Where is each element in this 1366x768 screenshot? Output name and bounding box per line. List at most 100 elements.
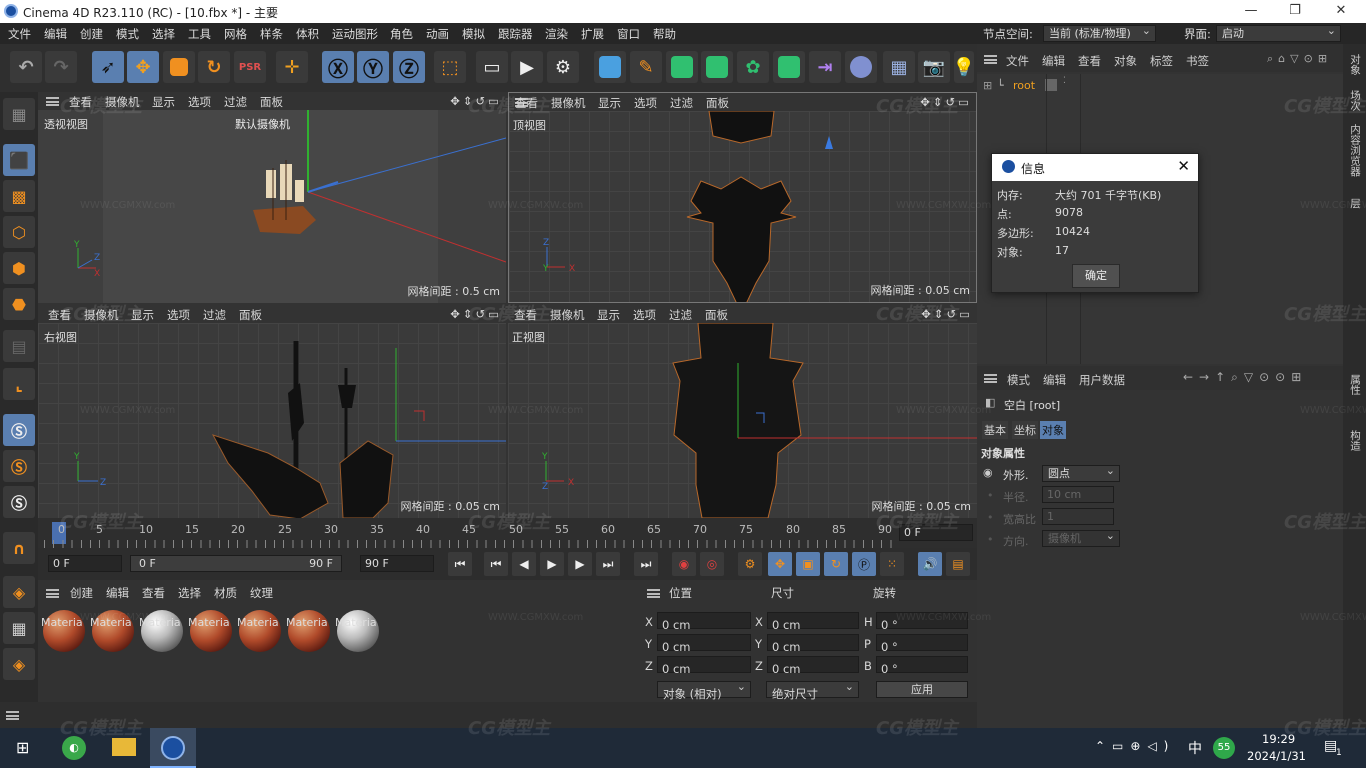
vp-menu-panel[interactable]: 面板 xyxy=(260,94,283,110)
polygons-mode-icon[interactable]: ⬣ xyxy=(3,288,35,320)
clock-time[interactable]: 19:29 xyxy=(1262,732,1295,746)
frame-range-slider[interactable]: 0 F 90 F xyxy=(130,555,342,572)
floor-icon[interactable]: ▦ xyxy=(883,51,915,83)
axis-mode-icon[interactable]: ⌞ xyxy=(3,368,35,400)
viewport-front[interactable]: 查看 摄像机 显示 选项 过滤 面板 ✥⇕↺▭ 正视图 Y X Z 网格间距 : 0… xyxy=(508,305,977,518)
redo-icon[interactable]: ↷ xyxy=(45,51,77,83)
prev-frame-icon[interactable]: ◀ xyxy=(512,552,536,576)
key-position-icon[interactable]: ✥ xyxy=(768,552,792,576)
vp-menu-panel[interactable]: 面板 xyxy=(705,307,728,323)
side-tab-objects[interactable]: 对象 xyxy=(1348,54,1363,75)
play-icon[interactable]: ▶ xyxy=(540,552,564,576)
render-view-icon[interactable]: ▭ xyxy=(476,51,508,83)
model-mode-icon[interactable]: ⬛ xyxy=(3,144,35,176)
attribute-nav-icons[interactable]: ←→↑⌕▽⊙⊙⊞ xyxy=(1183,370,1307,385)
solo-icon[interactable]: Ⓢ xyxy=(3,486,35,518)
coord-menu-icon[interactable] xyxy=(647,589,660,598)
rotation-p-field[interactable]: 0 ° xyxy=(876,634,968,654)
deformer-icon[interactable]: ⇥ xyxy=(809,51,841,83)
size-x-field[interactable]: 0 cm xyxy=(767,612,859,632)
security-badge[interactable]: 55 xyxy=(1213,737,1235,759)
mat-menu-material[interactable]: 材质 xyxy=(214,585,237,601)
viewport-right[interactable]: 查看 摄像机 显示 选项 过滤 面板 ✥⇕↺▭ 右视图 YZ 网格间距 : 0.… xyxy=(38,305,506,518)
menu-tracker[interactable]: 跟踪器 xyxy=(498,26,533,42)
menu-edit[interactable]: 编辑 xyxy=(44,26,67,42)
material-item[interactable]: Materia xyxy=(90,608,136,668)
vp-menu-panel[interactable]: 面板 xyxy=(239,307,262,323)
vp-menu-display[interactable]: 显示 xyxy=(597,307,620,323)
menu-spline[interactable]: 样条 xyxy=(260,26,283,42)
vp-menu-panel[interactable]: 面板 xyxy=(706,95,729,111)
vp-menu-display[interactable]: 显示 xyxy=(598,95,621,111)
prop-radius-field[interactable]: 10 cm xyxy=(1042,486,1114,503)
menu-file[interactable]: 文件 xyxy=(8,26,31,42)
vp-menu-filter[interactable]: 过滤 xyxy=(669,307,692,323)
prev-key-icon[interactable]: ⏮ xyxy=(484,552,508,576)
side-tab-content-browser[interactable]: 内容浏览器 xyxy=(1348,124,1363,177)
cube-icon[interactable] xyxy=(594,51,626,83)
material-item[interactable]: Materia xyxy=(188,608,234,668)
vp-menu-filter[interactable]: 过滤 xyxy=(670,95,693,111)
mat-menu-select[interactable]: 选择 xyxy=(178,585,201,601)
attribute-menu-icon[interactable] xyxy=(984,374,997,383)
layout-select[interactable]: 启动 xyxy=(1216,23,1341,42)
side-tab-takes[interactable]: 场次 xyxy=(1348,90,1363,111)
obj-menu-view[interactable]: 查看 xyxy=(1078,53,1101,69)
x-axis-icon[interactable]: Ⓧ xyxy=(322,51,354,83)
windows-start-icon[interactable]: ⊞ xyxy=(16,738,29,757)
next-frame-icon[interactable]: ▶ xyxy=(568,552,592,576)
vp-menu-options[interactable]: 选项 xyxy=(167,307,190,323)
select-arrow-icon[interactable]: ➶ xyxy=(92,51,124,83)
menu-window[interactable]: 窗口 xyxy=(617,26,640,42)
coord-mode-select[interactable]: 对象 (相对) xyxy=(657,679,751,701)
object-toolbar-icons[interactable]: ⌕⌂▽⊙⊞ xyxy=(1267,52,1332,66)
camera-icon[interactable]: 📷 xyxy=(918,51,950,83)
radio-icon[interactable]: ◉ xyxy=(983,466,993,479)
menu-mesh[interactable]: 网格 xyxy=(224,26,247,42)
menu-mode[interactable]: 模式 xyxy=(116,26,139,42)
menu-character[interactable]: 角色 xyxy=(390,26,413,42)
subdivision-icon[interactable] xyxy=(666,51,698,83)
side-tab-structure[interactable]: 构造 xyxy=(1348,430,1363,451)
scale-icon[interactable] xyxy=(163,51,195,83)
workplane-icon[interactable]: ◈ xyxy=(3,576,35,608)
size-y-field[interactable]: 0 cm xyxy=(767,634,859,654)
go-start-icon[interactable]: ⏮ xyxy=(448,552,472,576)
viewport-perspective[interactable]: 查看 摄像机 显示 选项 过滤 面板 ✥⇕↺▭ 透视视图 默认摄像机 YXZ 网… xyxy=(38,92,506,303)
vp-menu-options[interactable]: 选项 xyxy=(633,307,656,323)
obj-menu-tags[interactable]: 标签 xyxy=(1150,53,1173,69)
go-end-icon[interactable]: ⏭ xyxy=(634,552,658,576)
ok-button[interactable]: 确定 xyxy=(1072,264,1120,288)
menu-select[interactable]: 选择 xyxy=(152,26,175,42)
position-y-field[interactable]: 0 cm xyxy=(657,634,751,654)
current-frame-field[interactable]: 0 F xyxy=(48,555,122,572)
menu-render[interactable]: 渲染 xyxy=(545,26,568,42)
transform-icon[interactable]: ✛ xyxy=(276,51,308,83)
vp-menu-filter[interactable]: 过滤 xyxy=(224,94,247,110)
menu-simulate[interactable]: 模拟 xyxy=(462,26,485,42)
vp-menu-filter[interactable]: 过滤 xyxy=(203,307,226,323)
position-x-field[interactable]: 0 cm xyxy=(657,612,751,632)
magnet-icon[interactable]: ∩ xyxy=(3,532,35,564)
render-picture-icon[interactable]: ▶ xyxy=(511,51,543,83)
mat-menu-view[interactable]: 查看 xyxy=(142,585,165,601)
material-menu-icon[interactable] xyxy=(46,589,59,598)
menu-extensions[interactable]: 扩展 xyxy=(581,26,604,42)
position-z-field[interactable]: 0 cm xyxy=(657,656,751,676)
uv-mode-icon[interactable]: ▤ xyxy=(3,330,35,362)
vp-menu-camera[interactable]: 摄像机 xyxy=(551,95,586,111)
extrude-icon[interactable] xyxy=(701,51,733,83)
menu-animate[interactable]: 动画 xyxy=(426,26,449,42)
browser-icon[interactable]: ◐ xyxy=(62,736,86,760)
attr-tab-object[interactable]: 对象 xyxy=(1040,421,1066,439)
field-icon[interactable] xyxy=(845,51,877,83)
viewport-menu-icon[interactable] xyxy=(46,97,59,106)
vp-menu-camera[interactable]: 摄像机 xyxy=(105,94,140,110)
menu-help[interactable]: 帮助 xyxy=(653,26,676,42)
material-item[interactable]: Materia xyxy=(237,608,283,668)
timeline-ruler[interactable]: 0 5 10 15 20 25 30 35 40 45 50 55 60 65 … xyxy=(38,518,977,548)
file-explorer-icon[interactable] xyxy=(112,738,136,756)
vp-menu-options[interactable]: 选项 xyxy=(188,94,211,110)
make-editable-icon[interactable]: ▦ xyxy=(3,98,35,130)
vp-menu-view[interactable]: 查看 xyxy=(515,95,538,111)
